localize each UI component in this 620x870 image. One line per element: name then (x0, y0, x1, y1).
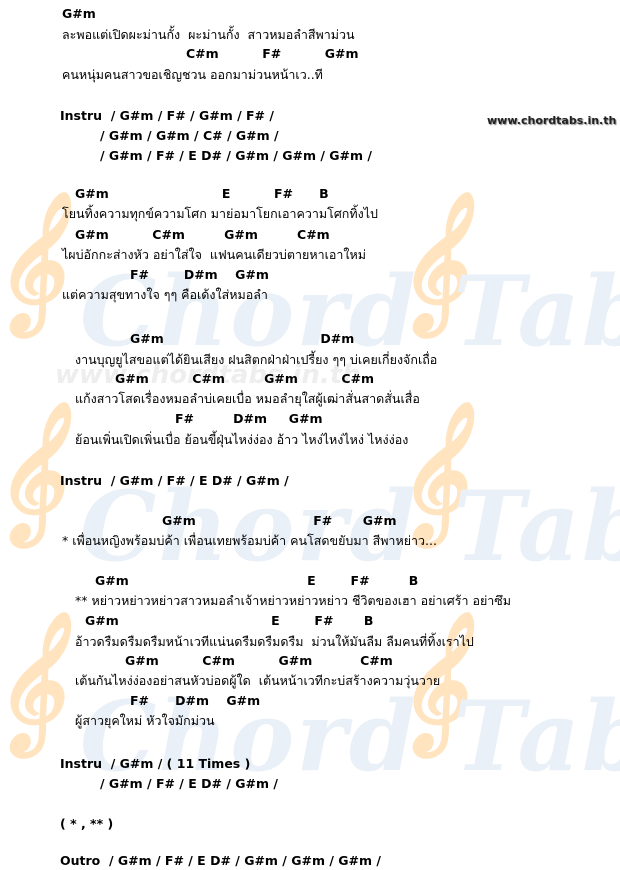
lyric-line: เต้นกันไหง่ง่องอย่าสนหัวบ่อดผู้ใด เต้นหน… (75, 673, 441, 688)
lyric-line: ละพอแต่เปิดผะม่านกั้ง ผะม่านกั้ง สาวหมอล… (62, 27, 355, 42)
lyric-line: แก้งสาวโสดเรื่องหมอลำบ่เคยเบื่อ หมอลำยุใ… (75, 391, 420, 406)
chord-line: / G#m / F# / E D# / G#m / G#m / G#m / (100, 148, 372, 163)
chord-line: C#m F# G#m (186, 46, 359, 61)
chord-line: G#m C#m G#m C#m (75, 227, 330, 242)
chord-line: Instru / G#m / F# / G#m / F# / (60, 108, 274, 123)
chord-line: Outro / G#m / F# / E D# / G#m / G#m / G#… (60, 853, 381, 868)
site-url-label: www.chordtabs.in.th (487, 114, 617, 127)
chord-line: G#m E F# B (95, 573, 419, 588)
lyric-line: ผู้สาวยุคใหม่ หัวใจมักม่วน (75, 713, 215, 728)
chord-line: G#m F# G#m (162, 513, 397, 528)
chord-line: ( * , ** ) (60, 816, 114, 831)
lyric-line: * เพื่อนหญิงพร้อมบ่ค้า เพื่อนเทยพร้อมบ่ค… (62, 533, 437, 548)
chord-line: F# D#m G#m (130, 693, 261, 708)
lyric-line: ** หย่าวหย่าวหย่าวสาวหมอลำเจ้าหย่าวหย่าว… (75, 593, 512, 608)
lyric-line: แต่ความสุขทางใจ ๆๆ คือเด้งใส่หมอลำ (62, 287, 268, 302)
lyric-line: ไผบ่อักกะส่างหัว อย่าใส่ใจ แฟนคนเดียวบ่ต… (62, 247, 366, 262)
chord-line: G#m C#m G#m C#m (115, 371, 375, 386)
lyric-line: ย้อนเพิ่นเปิดเพิ่นเบื่อ ย้อนขี้ฝุ่นไหง่ง… (75, 432, 409, 447)
lyric-line: อ้าวดรืมดรืมดรืมหน้าเวทีแน่นดรืมดรืมดรืม… (75, 634, 474, 649)
treble-clef-watermark-icon: 𝄞 (0, 610, 63, 752)
chord-line: G#m E F# B (75, 186, 329, 201)
chord-line: Instru / G#m / ( 11 Times ) (60, 756, 251, 771)
treble-clef-watermark-icon: 𝄞 (395, 400, 466, 541)
lyric-line: โยนทิ้งความทุกข์ความโศก มาย่อมาโยกเอาควา… (62, 206, 378, 221)
treble-clef-watermark-icon: 𝄞 (0, 400, 63, 542)
treble-clef-watermark-icon: 𝄞 (395, 190, 466, 331)
lyric-line: งานบุญยูไสขอแต่ได้ยินเสียง ฝนสิตกฝ่าฝ่าเ… (75, 352, 438, 367)
chord-line: F# D#m G#m (175, 411, 323, 426)
chord-line: Instru / G#m / F# / E D# / G#m / (60, 473, 289, 488)
lyric-line: คนหนุ่มคนสาวขอเชิญชวน ออกมาม่วนหน้าเว..ท… (62, 67, 323, 82)
chord-line: G#m (62, 6, 96, 21)
chord-line: / G#m / F# / E D# / G#m / (100, 776, 278, 791)
treble-clef-watermark-icon: 𝄞 (0, 190, 63, 332)
chord-line: / G#m / G#m / C# / G#m / (100, 128, 279, 143)
chord-line: G#m D#m (130, 331, 355, 346)
chord-line: F# D#m G#m (130, 267, 269, 282)
chord-line: G#m C#m G#m C#m (125, 653, 393, 668)
chord-line: G#m E F# B (85, 613, 374, 628)
